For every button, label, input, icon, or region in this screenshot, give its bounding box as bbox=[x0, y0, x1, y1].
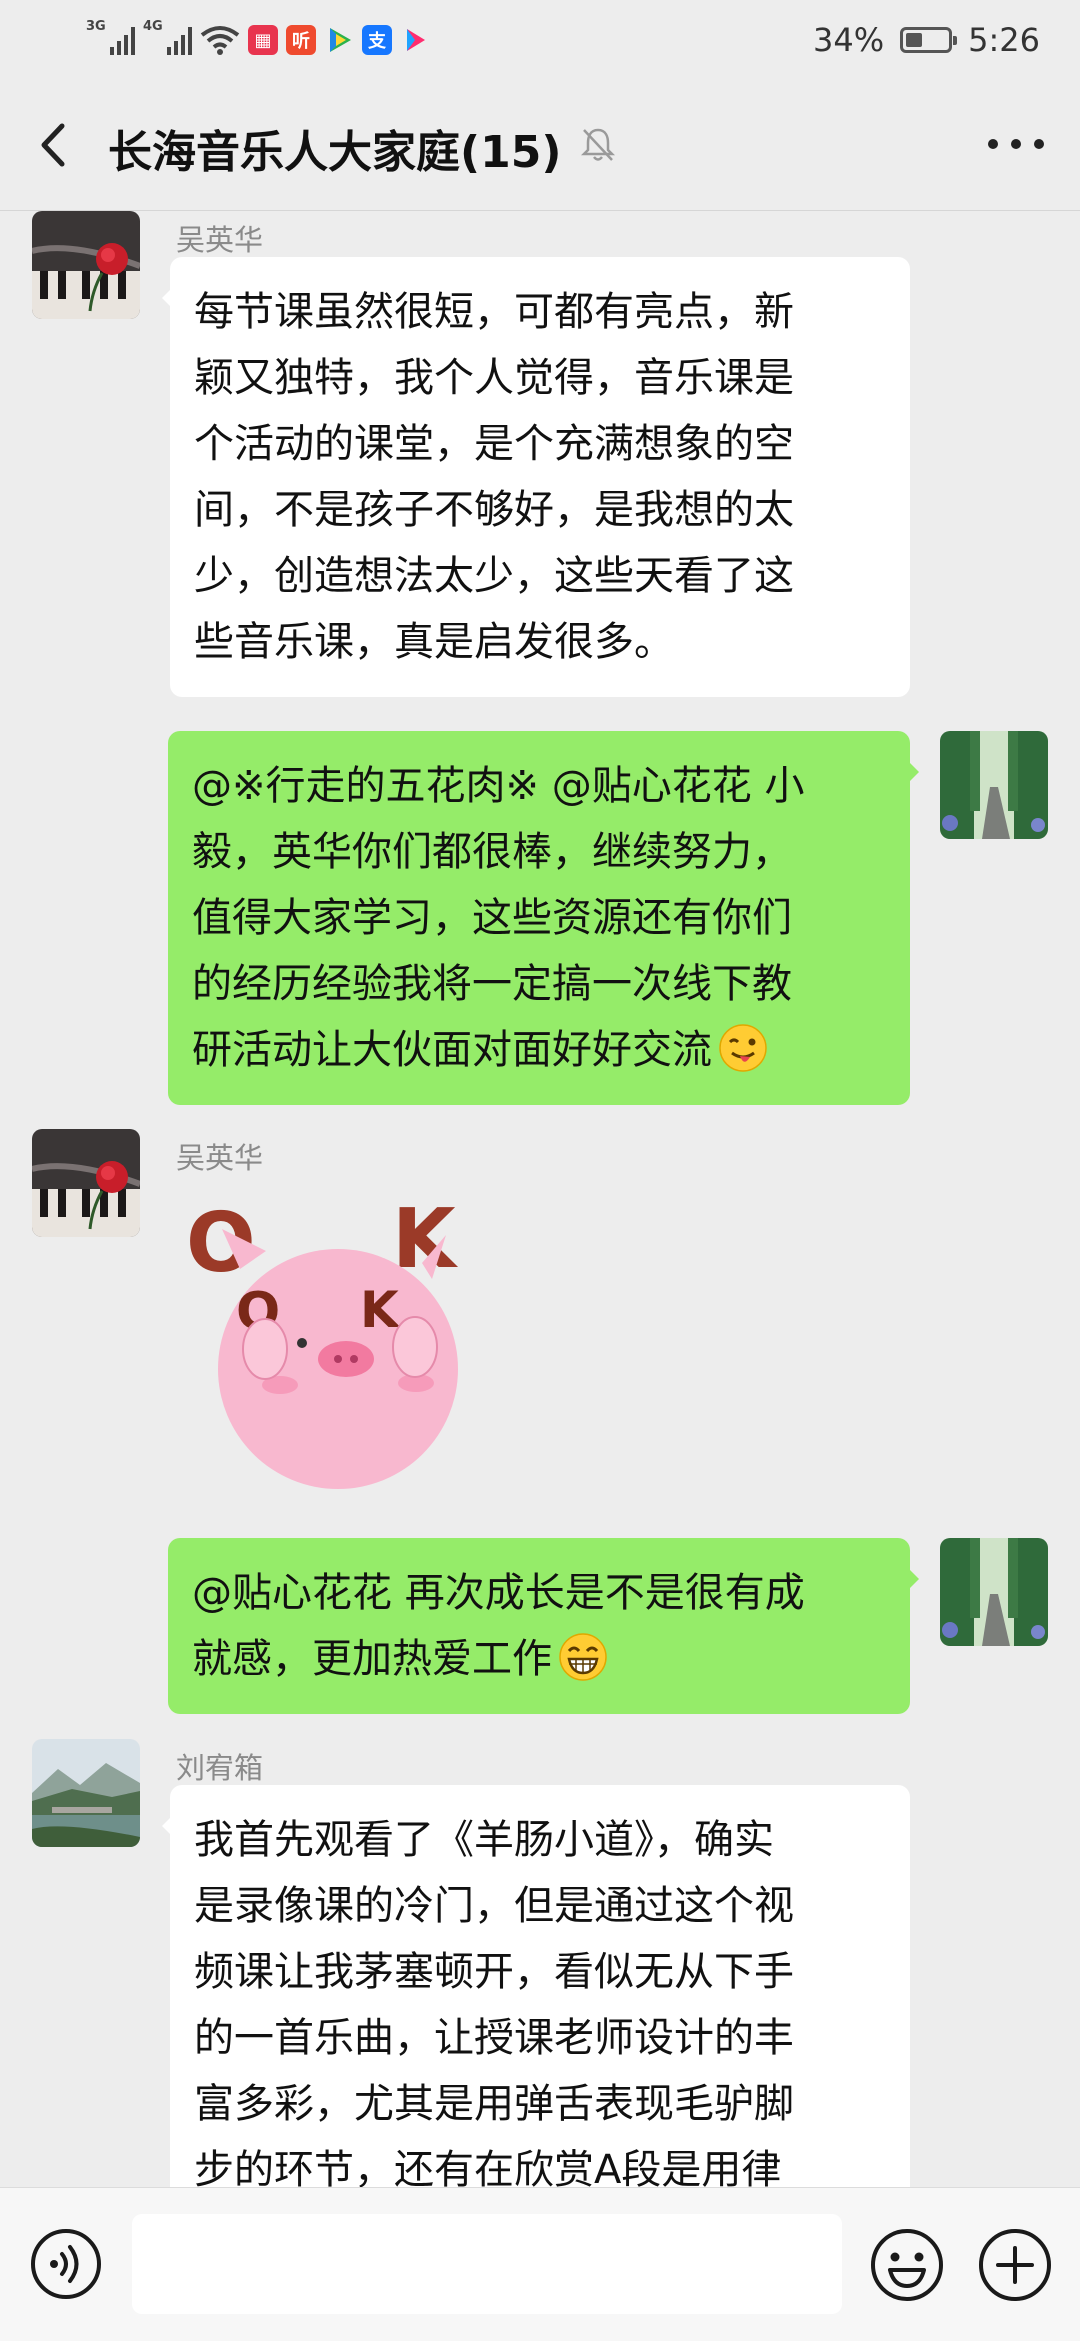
message-line: 的一首乐曲，让授课老师设计的丰 bbox=[194, 2015, 794, 2061]
wifi-icon bbox=[200, 26, 240, 55]
alipay-icon: 支 bbox=[362, 25, 392, 55]
mute-bell-icon bbox=[580, 128, 616, 161]
calendar-app-icon: ▦ bbox=[248, 25, 278, 55]
message-bubble[interactable]: 我首先观看了《羊肠小道》，确实 是录像课的冷门，但是通过这个视 频课让我茅塞顿开… bbox=[162, 1785, 910, 2187]
signal-3g-icon: 3G bbox=[86, 19, 135, 55]
status-bar: 3G 4G ▦ 听 支 34% 5:26 bbox=[0, 0, 1080, 80]
message-line: @※行走的五花肉※ @贴心花花 小 bbox=[192, 763, 805, 809]
chat-messages[interactable]: 吴英华 每节课虽然很短，可都有亮点，新 颖又独特，我个人觉得，音乐课是 个活动的… bbox=[0, 211, 1080, 2187]
message-line: 频课让我茅塞顿开，看似无从下手 bbox=[194, 1949, 794, 1995]
chat-title: 长海音乐人大家庭(15) bbox=[108, 127, 562, 178]
message-line: 我首先观看了《羊肠小道》，确实 bbox=[194, 1817, 774, 1863]
video-app-icon bbox=[330, 28, 351, 52]
status-icons-left: 3G 4G ▦ 听 支 bbox=[86, 18, 430, 62]
message-line: 间，不是孩子不够好，是我想的太 bbox=[194, 487, 794, 533]
message-incoming: 刘宥箱 我首先观看了《羊肠小道》，确实 是录像课的冷门，但是通过这个视 频课让我… bbox=[0, 1739, 1080, 2187]
sender-name: 吴英华 bbox=[176, 223, 264, 257]
battery-percent: 34% bbox=[813, 21, 885, 59]
network-type-label: 3G bbox=[86, 19, 106, 34]
signal-4g-icon: 4G bbox=[143, 19, 192, 55]
input-bar bbox=[0, 2187, 1080, 2341]
message-outgoing: @贴心花花 再次成长是不是很有成 就感，更加热爱工作 bbox=[0, 1538, 1080, 1728]
message-line: 些音乐课，真是启发很多。 bbox=[194, 619, 674, 665]
message-line: 毅，英华你们都很棒，继续努力， bbox=[192, 829, 792, 875]
message-bubble[interactable]: @※行走的五花肉※ @贴心花花 小 毅，英华你们都很棒，继续努力， 值得大家学习… bbox=[168, 731, 919, 1105]
listen-app-icon: 听 bbox=[286, 25, 316, 55]
message-bubble[interactable]: @贴心花花 再次成长是不是很有成 就感，更加热爱工作 bbox=[168, 1538, 919, 1714]
back-arrow-icon[interactable] bbox=[30, 118, 80, 172]
piano-rose-avatar[interactable] bbox=[32, 1129, 140, 1237]
message-line: 的经历经验我将一定搞一次线下教 bbox=[192, 961, 792, 1007]
message-line: 就感，更加热爱工作 bbox=[192, 1636, 552, 1682]
sender-name: 刘宥箱 bbox=[176, 1751, 264, 1785]
message-outgoing: @※行走的五花肉※ @贴心花花 小 毅，英华你们都很棒，继续努力， 值得大家学习… bbox=[0, 731, 1080, 1121]
emoji-picker-icon[interactable] bbox=[870, 2228, 944, 2302]
message-line: 颖又独特，我个人觉得，音乐课是 bbox=[194, 355, 794, 401]
grin-emoji bbox=[559, 1633, 607, 1681]
forest-road-avatar[interactable] bbox=[940, 731, 1048, 839]
message-line: 个活动的课堂，是个充满想象的空 bbox=[194, 421, 794, 467]
wink-tongue-emoji bbox=[719, 1024, 767, 1072]
message-line: 是录像课的冷门，但是通过这个视 bbox=[194, 1883, 794, 1929]
piano-rose-avatar[interactable] bbox=[32, 211, 140, 319]
message-line: 值得大家学习，这些资源还有你们 bbox=[192, 895, 792, 941]
message-bubble[interactable]: 每节课虽然很短，可都有亮点，新 颖又独特，我个人觉得，音乐课是 个活动的课堂，是… bbox=[162, 257, 910, 697]
battery-icon bbox=[900, 27, 958, 53]
message-input[interactable] bbox=[132, 2214, 842, 2314]
voice-input-icon[interactable] bbox=[30, 2228, 102, 2300]
message-line: @贴心花花 再次成长是不是很有成 bbox=[192, 1570, 805, 1616]
message-line: 步的环节，还有在欣赏A段是用律 bbox=[194, 2147, 782, 2187]
message-incoming: 吴英华 每节课虽然很短，可都有亮点，新 颖又独特，我个人觉得，音乐课是 个活动的… bbox=[0, 211, 1080, 701]
clock: 5:26 bbox=[968, 21, 1040, 59]
sender-name: 吴英华 bbox=[176, 1141, 264, 1175]
forest-road-avatar[interactable] bbox=[940, 1538, 1048, 1646]
river-mountain-avatar[interactable] bbox=[32, 1739, 140, 1847]
message-line: 富多彩，尤其是用弹舌表现毛驴脚 bbox=[194, 2081, 794, 2127]
network-type-label: 4G bbox=[143, 19, 163, 34]
message-line: 每节课虽然很短，可都有亮点，新 bbox=[194, 289, 794, 335]
more-functions-plus-icon[interactable] bbox=[978, 2228, 1052, 2302]
message-incoming: 吴英华 O K O K bbox=[0, 1129, 1080, 1509]
pink-pig-ok-sticker[interactable]: O K O K bbox=[170, 1179, 490, 1499]
message-line: 研活动让大伙面对面好好交流 bbox=[192, 1027, 712, 1073]
youku-icon bbox=[407, 29, 425, 51]
more-options-icon[interactable] bbox=[988, 132, 1044, 156]
message-line: 少，创造想法太少，这些天看了这 bbox=[194, 553, 794, 599]
chat-header: 长海音乐人大家庭(15) bbox=[0, 80, 1080, 211]
status-icons-right: 34% 5:26 bbox=[813, 18, 1040, 62]
svg-text:K: K bbox=[360, 1281, 401, 1339]
